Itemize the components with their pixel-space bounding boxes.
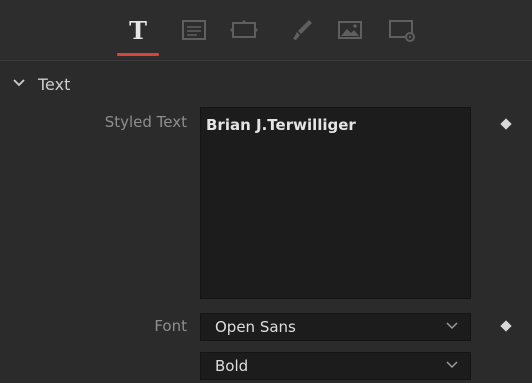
settings-icon (389, 20, 415, 42)
text-section-header[interactable]: Text (0, 64, 532, 104)
tab-image[interactable] (330, 10, 370, 50)
layout-icon (182, 20, 206, 40)
inspector-panel: T Text Styled Text Brian J.Terwilliger F… (0, 0, 532, 383)
font-family-select[interactable]: Open Sans (200, 313, 471, 341)
active-tab-indicator (117, 53, 159, 56)
image-icon (338, 21, 362, 39)
tab-text[interactable]: T (118, 10, 158, 50)
section-title: Text (38, 75, 71, 94)
styled-text-label: Styled Text (104, 113, 187, 131)
tab-toolbar: T (0, 0, 532, 61)
font-family-value: Open Sans (215, 318, 296, 336)
chevron-down-icon (446, 322, 458, 330)
transform-icon (230, 20, 258, 38)
font-style-value: Bold (215, 357, 249, 375)
keyframe-diamond-icon[interactable] (500, 320, 512, 332)
tab-transform[interactable] (224, 10, 264, 50)
tab-shading[interactable] (282, 10, 322, 50)
tab-layout[interactable] (174, 10, 214, 50)
brush-icon (293, 20, 312, 40)
font-label: Font (154, 317, 187, 335)
font-style-select[interactable]: Bold (200, 352, 471, 380)
tab-settings[interactable] (382, 10, 422, 50)
styled-text-input[interactable]: Brian J.Terwilliger (200, 107, 471, 299)
chevron-down-icon (13, 79, 25, 87)
chevron-down-icon (446, 361, 458, 369)
keyframe-diamond-icon[interactable] (500, 118, 512, 130)
text-T-icon: T (129, 15, 147, 45)
